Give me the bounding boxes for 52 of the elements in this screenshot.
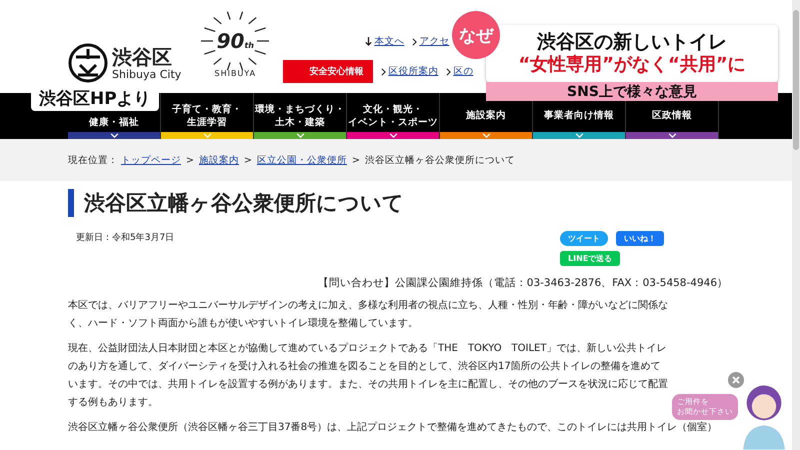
page-title: 渋谷区立幡ヶ谷公衆便所について bbox=[68, 189, 728, 217]
close-icon[interactable] bbox=[728, 372, 744, 388]
chevron-down-icon bbox=[202, 133, 212, 138]
nav-menu-label[interactable]: 子育て・教育・ bbox=[172, 104, 242, 116]
separator-text: > bbox=[244, 154, 252, 166]
updated-date: 更新日：令和5年3月7日 bbox=[76, 232, 174, 245]
chevron-down-icon bbox=[296, 133, 304, 138]
breadcrumb-link[interactable]: トップページ bbox=[121, 154, 181, 166]
breadcrumb-link[interactable]: 施設案内 bbox=[198, 154, 239, 166]
header-link[interactable]: アクセ bbox=[419, 35, 450, 48]
nav-menu-label[interactable]: 生涯学習 bbox=[187, 116, 227, 130]
nav-menu-label[interactable]: イベント・スポーツ bbox=[348, 116, 438, 130]
separator-text: > bbox=[186, 154, 194, 166]
share-button[interactable]: いいね！ bbox=[616, 231, 664, 246]
breadcrumb-label: 現在位置： bbox=[68, 154, 118, 166]
separator-text: > bbox=[352, 154, 360, 166]
arrow-down-icon bbox=[365, 37, 372, 46]
header-link[interactable]: 区役所案内 bbox=[388, 65, 438, 78]
caption-band: SNS上で様々な意見 bbox=[486, 82, 778, 101]
body-paragraph: 現在、公益財団法人日本財団と本区とが協働して進めているプロジェクトである「THE TOKYO TOILET」では、新しい公共トイレのあり方を通して、ダイバーシティを受け入れる社会の推進を図ることを目的として、渋谷区内17箇所の公共トイレの整備を進めています。その中では、共用トイレを設置する例があります。また、その共用トイレを主に配置し、その他のブースを状況に応じて配置する例もあります。 bbox=[68, 342, 668, 410]
logo-subtitle: Shibuya City bbox=[112, 68, 182, 80]
caption-headline: 渋谷区の新しいトイレ bbox=[537, 31, 727, 54]
nav-menu-label[interactable]: 文化・観光・ bbox=[363, 104, 423, 116]
nav-menu-label[interactable]: 区政情報 bbox=[652, 110, 692, 123]
scrollbar[interactable] bbox=[792, 0, 800, 450]
body-paragraph: 渋谷区立幡ヶ谷公衆便所（渋谷区幡ヶ谷三丁目37番8号）は、上記プロジェクトで整備を進めてきたもので、このトイレには共用トイレ（個室） bbox=[68, 420, 718, 435]
body-paragraph: 本区では、バリアフリーやユニバーサルデザインの考えに加え、多様な利用者の視点に立ち、人種・性別・年齢・障がいなどに関係なく、ハード・ソフト両面から誰もが使いやすいトイレ環境を整備しています。 bbox=[68, 298, 668, 331]
nav-menu-label[interactable]: 土木・建築 bbox=[275, 116, 325, 130]
logo-name: 渋谷区 bbox=[112, 46, 173, 68]
chevron-down-icon bbox=[110, 133, 118, 138]
chevron-down-icon bbox=[482, 133, 490, 138]
chevron-down-icon bbox=[388, 133, 398, 138]
nav-menu-label[interactable]: 事業者向け情報 bbox=[544, 110, 614, 123]
nav-menu-label[interactable]: 環境・まちづくり・ bbox=[255, 104, 345, 116]
nav-menu-label[interactable]: 健康・福祉 bbox=[89, 117, 139, 130]
breadcrumb-link[interactable]: 区立公園・公衆便所 bbox=[256, 154, 347, 166]
breadcrumb-current: 渋谷区立幡ヶ谷公衆便所について bbox=[364, 154, 515, 166]
caption-subheadline: “女性専用”がなく“共用”に bbox=[518, 54, 746, 76]
nav-menu-label[interactable]: 施設案内 bbox=[466, 110, 506, 123]
anniversary-city: SHIBUYA bbox=[214, 69, 256, 78]
header-link[interactable]: 区の bbox=[453, 65, 474, 78]
chevron-down-icon bbox=[668, 133, 676, 138]
chevron-down-icon bbox=[574, 133, 584, 138]
chevron-right-icon bbox=[381, 68, 386, 76]
caption-badge: なぜ bbox=[452, 11, 500, 59]
logo-icon bbox=[68, 43, 108, 83]
header-link[interactable]: 本文へ bbox=[374, 35, 404, 48]
chevron-right-icon bbox=[446, 68, 452, 76]
safety-info-button[interactable]: 安全安心情報 bbox=[283, 60, 374, 83]
inquiry-text: 【問い合わせ】公園課公園維持係（電話：03-3463-2876、FAX：03-5458-4946） bbox=[316, 276, 728, 290]
anniversary-number: 90th bbox=[216, 31, 254, 51]
chevron-right-icon bbox=[412, 38, 418, 46]
